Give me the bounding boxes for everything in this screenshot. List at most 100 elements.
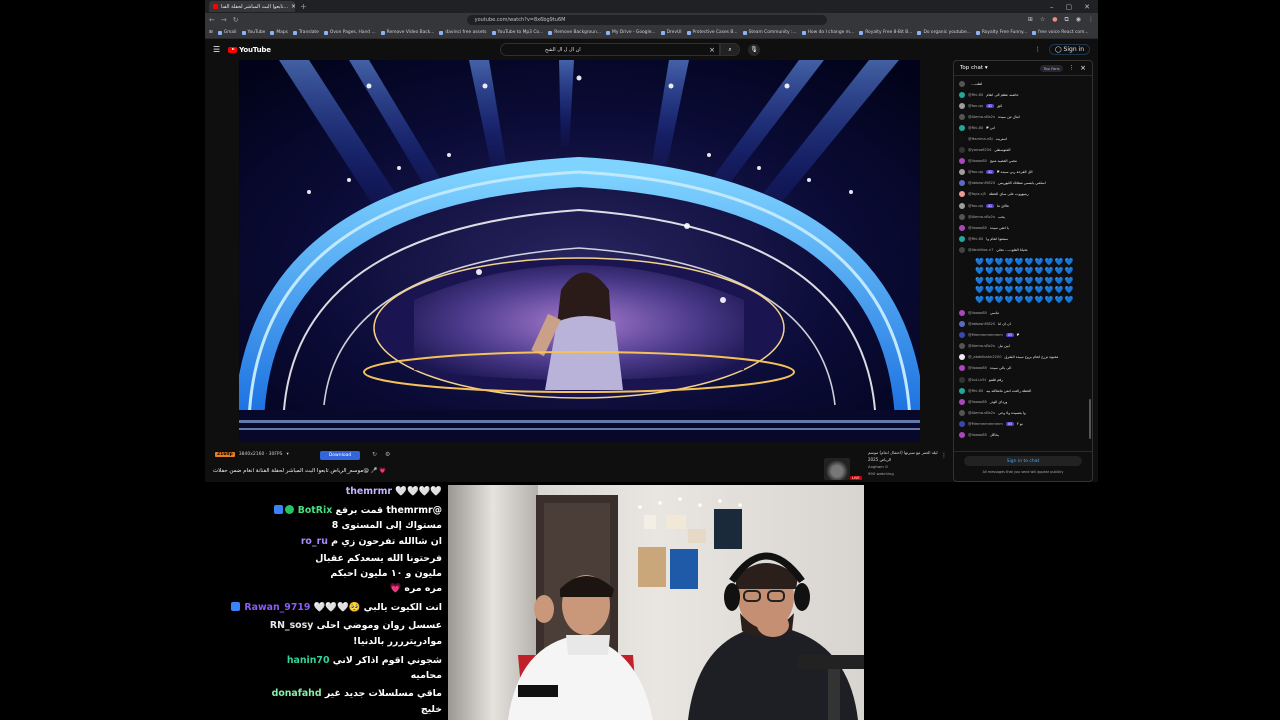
tab-youtube[interactable]: تابعوا البث المباشر لحفلة الفنا... ×	[209, 1, 295, 12]
avatar[interactable]	[959, 310, 965, 317]
avatar[interactable]	[959, 124, 965, 131]
new-tab-icon[interactable]: +	[300, 2, 307, 11]
avatar[interactable]	[959, 321, 965, 328]
avatar[interactable]	[959, 158, 965, 165]
chat-author[interactable]: @faya-cj5	[968, 192, 986, 196]
avatar[interactable]	[959, 91, 965, 98]
bookmark-item[interactable]: My Drive - Google...	[606, 30, 656, 35]
bookmark-item[interactable]: DrevUI	[660, 30, 682, 35]
avatar[interactable]	[959, 147, 965, 154]
chat-author[interactable]: @Alema-vBz2x	[968, 344, 995, 348]
settings-dots-icon[interactable]: ⋮	[1035, 46, 1041, 53]
clear-search-icon[interactable]: ×	[709, 46, 715, 54]
avatar[interactable]	[959, 169, 965, 176]
avatar[interactable]	[959, 387, 965, 394]
browser-menu-icon[interactable]: ⋮	[1088, 16, 1094, 24]
chat-author[interactable]: @abbasnf5820	[968, 181, 995, 185]
maximize-icon[interactable]: ▢	[1066, 3, 1073, 11]
avatar[interactable]	[959, 365, 965, 372]
chat-author[interactable]: @Rhi-80	[968, 126, 983, 130]
chat-close-icon[interactable]: ×	[1080, 64, 1086, 72]
quality-selector[interactable]: 2160p 3840x2160 · 30FPS ▾	[215, 452, 289, 457]
more-options-icon[interactable]: ⋮	[941, 452, 947, 459]
bookmark-item[interactable]: Steam Community :...	[742, 30, 797, 35]
bookmark-item[interactable]: Maps	[270, 30, 288, 35]
avatar[interactable]	[959, 420, 965, 427]
chat-author[interactable]: @Alema-vBz2x	[968, 115, 995, 119]
download-button[interactable]: Download	[320, 451, 360, 460]
window-close-icon[interactable]: ✕	[1084, 3, 1090, 11]
back-icon[interactable]: ←	[209, 16, 215, 24]
chat-author[interactable]: @yonsa6254	[968, 148, 991, 152]
chat-author[interactable]: @Alema-vBz2x	[968, 215, 995, 219]
recommended-thumbnail[interactable]	[824, 458, 850, 480]
avatar[interactable]	[959, 409, 965, 416]
bookmark-item[interactable]: YouTube	[241, 30, 265, 35]
refresh-icon[interactable]: ↻	[372, 451, 377, 458]
avatar[interactable]	[959, 191, 965, 198]
avatar[interactable]	[959, 354, 965, 361]
minimize-icon[interactable]: –	[1050, 3, 1054, 11]
avatar[interactable]	[959, 224, 965, 231]
chat-author[interactable]: @Rhi-80	[968, 93, 983, 97]
chat-author[interactable]: @lioooo85	[968, 311, 987, 315]
bookmark-item[interactable]: YouTube to Mp3 Co...	[491, 30, 543, 35]
chat-author[interactable]: @fox-qq	[968, 170, 983, 174]
chat-author[interactable]: @Abdrilloa-n7	[968, 248, 993, 252]
avatar[interactable]	[959, 202, 965, 209]
recommended-video[interactable]: LIVE ليلة العمر مع سيرتها (احتفال انغام)…	[810, 446, 953, 482]
avatar[interactable]	[959, 113, 965, 120]
chat-author[interactable]: @Rhi-80	[968, 389, 983, 393]
apps-icon[interactable]: ⊞	[209, 30, 213, 35]
tab-close-icon[interactable]: ×	[291, 3, 295, 10]
forward-icon[interactable]: →	[221, 16, 227, 24]
bookmark-item[interactable]: davinci free assets	[439, 30, 487, 35]
bookmark-item[interactable]: Do organic youtube...	[917, 30, 971, 35]
bookmark-star-icon[interactable]: ☆	[1040, 16, 1045, 24]
avatar[interactable]	[959, 235, 965, 242]
top-fans-button[interactable]: Top Fans	[1040, 64, 1063, 72]
search-button[interactable]: ⌕	[720, 43, 740, 56]
search-input[interactable]: ان ال ل ال الشح ×	[500, 43, 720, 56]
avatar[interactable]	[959, 376, 965, 383]
bookmark-item[interactable]: Royalty Free 8-Bit B...	[859, 30, 912, 35]
chat-author[interactable]: @Rhi-80	[968, 237, 983, 241]
chat-author[interactable]: @lioooo85	[968, 433, 987, 437]
avatar[interactable]	[959, 180, 965, 187]
chat-author[interactable]: @lioooo85	[968, 159, 987, 163]
chat-author[interactable]: @fox-qq	[968, 104, 983, 108]
chat-author[interactable]: @Mmmmmmmmm	[968, 422, 1003, 426]
chat-mode-selector[interactable]: Top chat ▾	[960, 65, 988, 71]
avatar[interactable]	[959, 343, 965, 350]
bookmark-item[interactable]: Remove Video Back...	[380, 30, 434, 35]
chat-message-list[interactable]: لقلب... @Rhi-80 حاضنه عظم الى انغام @fox-qq…	[954, 76, 1092, 441]
youtube-logo[interactable]: YouTube	[228, 46, 271, 54]
voice-search-button[interactable]: 🎙	[748, 43, 760, 56]
chat-author[interactable]: @lioooo85	[968, 400, 987, 404]
avatar[interactable]	[959, 246, 965, 253]
video-player[interactable]	[239, 60, 920, 442]
bookmark-item[interactable]: Royalty Free Funny...	[975, 30, 1027, 35]
url-field[interactable]: youtube.com/watch?v=8x6bg9tu6M	[466, 15, 827, 25]
bookmark-item[interactable]: free voice React com...	[1032, 30, 1089, 35]
chat-author[interactable]: @_abdelkabir2200	[968, 355, 1002, 359]
chat-author[interactable]: @lioooo85	[968, 366, 987, 370]
chat-author[interactable]: @Alema-vBz2x	[968, 411, 995, 415]
extension-red-icon[interactable]: ●	[1052, 16, 1057, 24]
chat-menu-icon[interactable]: ⋮	[1069, 65, 1075, 71]
gear-icon[interactable]: ⚙	[385, 451, 390, 458]
avatar[interactable]	[959, 80, 965, 87]
chat-author[interactable]: @Mmmmmmmmm	[968, 333, 1003, 337]
avatar[interactable]	[959, 136, 965, 143]
profile-icon[interactable]: ◉	[1076, 16, 1081, 24]
chat-author[interactable]: @abbasnf5820	[968, 322, 995, 326]
bookmark-item[interactable]: Translate	[292, 30, 319, 35]
avatar[interactable]	[959, 332, 965, 339]
chat-author[interactable]: @Hamma-n8j	[968, 137, 993, 141]
bookmark-item[interactable]: Protective Cases B...	[686, 30, 738, 35]
avatar[interactable]	[959, 432, 965, 439]
chat-author[interactable]: @fox-qq	[968, 204, 983, 208]
sign-in-to-chat-button[interactable]: Sign in to chat	[964, 456, 1082, 466]
avatar[interactable]	[959, 213, 965, 220]
chat-scrollbar[interactable]	[1089, 399, 1091, 439]
